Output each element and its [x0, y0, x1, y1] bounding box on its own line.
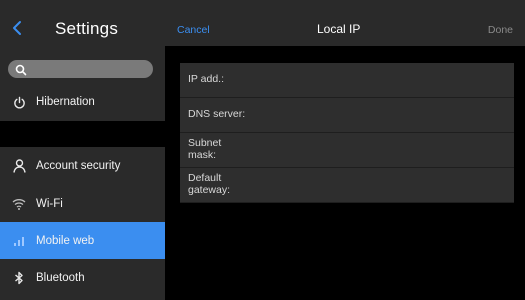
default-gateway-label: Default gateway: [188, 172, 231, 196]
cancel-button[interactable]: Cancel [177, 24, 210, 36]
local-ip-form: IP add.: DNS server: Subnet mask: Defaul… [180, 63, 514, 203]
done-button[interactable]: Done [488, 24, 513, 36]
sidebar-item-hibernation[interactable]: Hibernation [0, 83, 165, 121]
main-panel: IP add.: DNS server: Subnet mask: Defaul… [165, 46, 525, 300]
page-title: Local IP [317, 22, 361, 36]
sidebar-title: Settings [55, 19, 119, 38]
signal-bars-icon [2, 222, 36, 260]
default-gateway-field[interactable] [260, 176, 500, 194]
person-icon [2, 147, 36, 185]
ip-address-row[interactable]: IP add.: [180, 63, 514, 98]
sidebar-item-account-security[interactable]: Account security [0, 147, 165, 185]
bluetooth-icon [2, 259, 36, 297]
nav-bar: Cancel Local IP Done [165, 0, 525, 46]
subnet-mask-row[interactable]: Subnet mask: [180, 133, 514, 168]
sidebar-divider [0, 121, 165, 147]
ip-address-field[interactable] [260, 71, 500, 89]
sidebar-item-label: Account security [36, 160, 121, 172]
subnet-mask-label: Subnet mask: [188, 137, 222, 161]
power-icon [2, 83, 36, 121]
sidebar: Settings Hibernation Account security Wi… [0, 0, 165, 300]
back-chevron-icon[interactable] [10, 18, 24, 38]
screen: Settings Hibernation Account security Wi… [0, 0, 525, 300]
wifi-icon [2, 185, 36, 223]
sidebar-item-label: Wi-Fi [36, 198, 63, 210]
sidebar-item-label: Mobile web [36, 235, 95, 247]
sidebar-header: Settings [0, 0, 165, 58]
default-gateway-row[interactable]: Default gateway: [180, 168, 514, 203]
dns-server-row[interactable]: DNS server: [180, 98, 514, 133]
sidebar-item-label: Bluetooth [36, 272, 85, 284]
search-icon [15, 63, 27, 76]
subnet-mask-field[interactable] [260, 141, 500, 159]
sidebar-item-label: Hibernation [36, 96, 95, 108]
sidebar-item-mobile-web[interactable]: Mobile web [0, 222, 165, 260]
search-input[interactable] [30, 60, 148, 78]
sidebar-item-bluetooth[interactable]: Bluetooth [0, 259, 165, 297]
search-bar[interactable] [8, 60, 153, 78]
dns-server-field[interactable] [260, 106, 500, 124]
dns-server-label: DNS server: [188, 108, 246, 120]
ip-address-label: IP add.: [188, 73, 225, 85]
sidebar-item-wifi[interactable]: Wi-Fi [0, 185, 165, 223]
